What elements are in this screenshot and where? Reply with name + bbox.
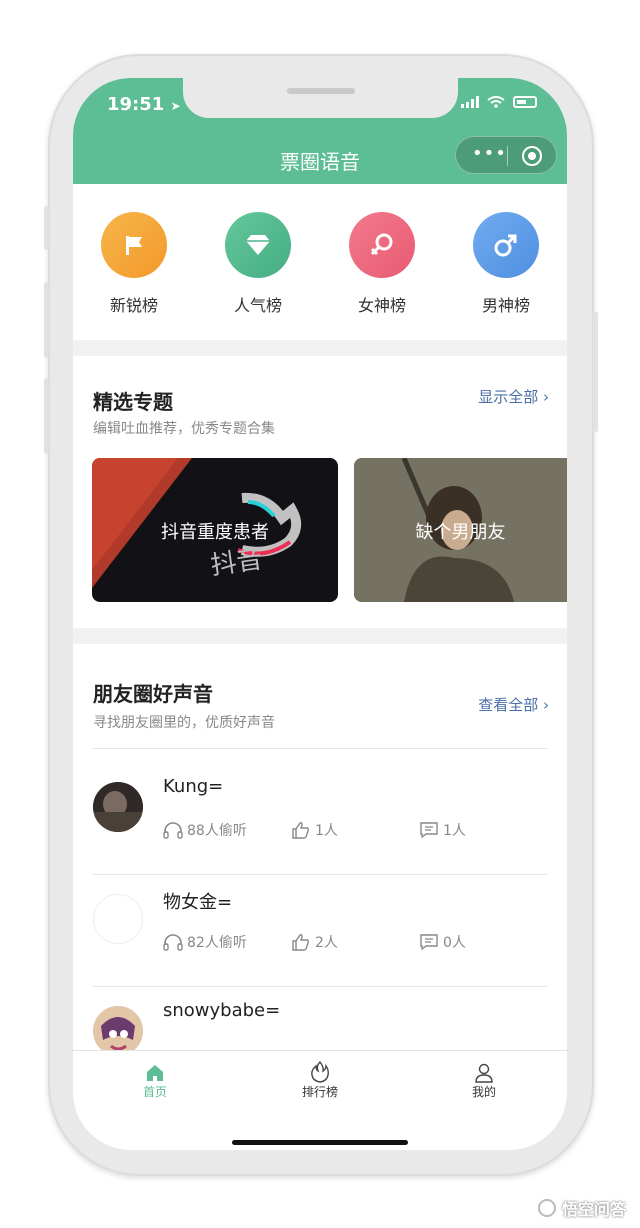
mute-switch <box>44 206 49 250</box>
topic-card-title: 缺个男朋友 <box>415 522 506 543</box>
tab-label: 首页 <box>142 1085 167 1099</box>
avatar <box>93 1006 143 1054</box>
svg-text:抖音: 抖音 <box>209 544 265 581</box>
watermark: 悟空问答 <box>537 1196 626 1220</box>
like-count[interactable]: 1人 <box>291 820 338 840</box>
comment-count[interactable]: 0人 <box>419 932 466 952</box>
list-item[interactable]: 物女金= 82人偷听 2人 0人 <box>73 874 567 986</box>
location-arrow-icon: ➤ <box>170 99 181 113</box>
volume-down-button <box>44 378 49 454</box>
section-title: 精选专题 <box>93 390 173 414</box>
battery-icon <box>513 96 537 108</box>
chevron-right-icon: › <box>543 388 549 406</box>
divider <box>93 748 547 749</box>
tab-ranking[interactable]: 排行榜 <box>280 1061 360 1100</box>
category-bar: 新锐榜 人气榜 女神榜 男神榜 <box>73 184 567 340</box>
chevron-right-icon: › <box>543 696 549 714</box>
show-all-topics-link[interactable]: 显示全部 › <box>478 386 549 407</box>
signal-icon <box>461 96 479 108</box>
thumbs-up-icon <box>292 934 310 951</box>
category-new[interactable]: 新锐榜 <box>84 212 184 316</box>
category-label: 女神榜 <box>357 296 406 315</box>
wukong-logo-icon <box>537 1199 556 1217</box>
comment-icon <box>420 822 438 839</box>
fire-icon <box>311 1061 329 1083</box>
power-button <box>593 312 598 432</box>
category-label: 人气榜 <box>233 296 282 315</box>
listen-count: 88人偷听 <box>163 820 247 840</box>
user-name: 物女金= <box>163 892 233 913</box>
friend-voices-section: 朋友圈好声音 寻找朋友圈里的，优质好声音 查看全部 › Kung= 88人偷听 … <box>73 644 567 1054</box>
like-count[interactable]: 2人 <box>291 932 338 952</box>
bottom-tab-bar: 首页 排行榜 我的 <box>73 1050 567 1150</box>
user-name: Kung= <box>163 776 224 797</box>
home-indicator[interactable] <box>232 1140 408 1145</box>
more-options-icon[interactable]: ••• <box>472 143 507 164</box>
category-label: 男神榜 <box>481 296 530 315</box>
tab-mine[interactable]: 我的 <box>444 1061 524 1100</box>
listen-count: 82人偷听 <box>163 932 247 952</box>
list-item[interactable]: Kung= 88人偷听 1人 1人 <box>73 762 567 874</box>
section-subtitle: 编辑吐血推荐，优秀专题合集 <box>93 421 275 437</box>
status-time: 19:51 ➤ <box>107 94 181 115</box>
category-goddess[interactable]: 女神榜 <box>332 212 432 316</box>
topic-card-title: 抖音重度患者 <box>161 522 269 543</box>
section-title: 朋友圈好声音 <box>93 682 213 706</box>
category-label: 新锐榜 <box>109 296 158 315</box>
user-icon <box>475 1063 493 1083</box>
notch <box>183 78 458 118</box>
category-popular[interactable]: 人气榜 <box>208 212 308 316</box>
diamond-icon <box>225 212 291 278</box>
category-god[interactable]: 男神榜 <box>456 212 556 316</box>
avatar <box>93 782 143 832</box>
topic-card-boyfriend[interactable]: 缺个男朋友 <box>354 458 567 602</box>
close-miniprogram-icon[interactable] <box>522 146 542 166</box>
list-item[interactable]: snowybabe= <box>73 986 567 1054</box>
headphones-icon <box>163 822 183 839</box>
miniprogram-capsule: ••• <box>455 136 557 174</box>
volume-up-button <box>44 282 49 358</box>
male-icon <box>473 212 539 278</box>
comment-icon <box>420 934 438 951</box>
featured-topics-section: 精选专题 编辑吐血推荐，优秀专题合集 显示全部 › 抖音 抖音重度患者 缺个男朋… <box>73 356 567 628</box>
view-all-friends-link[interactable]: 查看全部 › <box>478 694 549 715</box>
app-screen: 19:51 ➤ 票圈语音 ••• 新锐榜 人气榜 女神榜 男神榜 精选专题 编辑… <box>73 78 567 1150</box>
avatar <box>93 894 143 944</box>
topic-card-douyin[interactable]: 抖音 抖音重度患者 <box>92 458 338 602</box>
home-icon <box>147 1065 163 1081</box>
comment-count[interactable]: 1人 <box>419 820 466 840</box>
female-icon <box>349 212 415 278</box>
wifi-icon <box>487 96 505 108</box>
tab-label: 排行榜 <box>301 1085 338 1099</box>
thumbs-up-icon <box>292 822 310 839</box>
tab-home[interactable]: 首页 <box>115 1061 195 1100</box>
tab-label: 我的 <box>471 1085 496 1099</box>
user-name: snowybabe= <box>163 1000 281 1021</box>
flag-icon <box>101 212 167 278</box>
section-subtitle: 寻找朋友圈里的，优质好声音 <box>93 715 275 731</box>
headphones-icon <box>163 934 183 951</box>
status-icons <box>461 96 537 108</box>
